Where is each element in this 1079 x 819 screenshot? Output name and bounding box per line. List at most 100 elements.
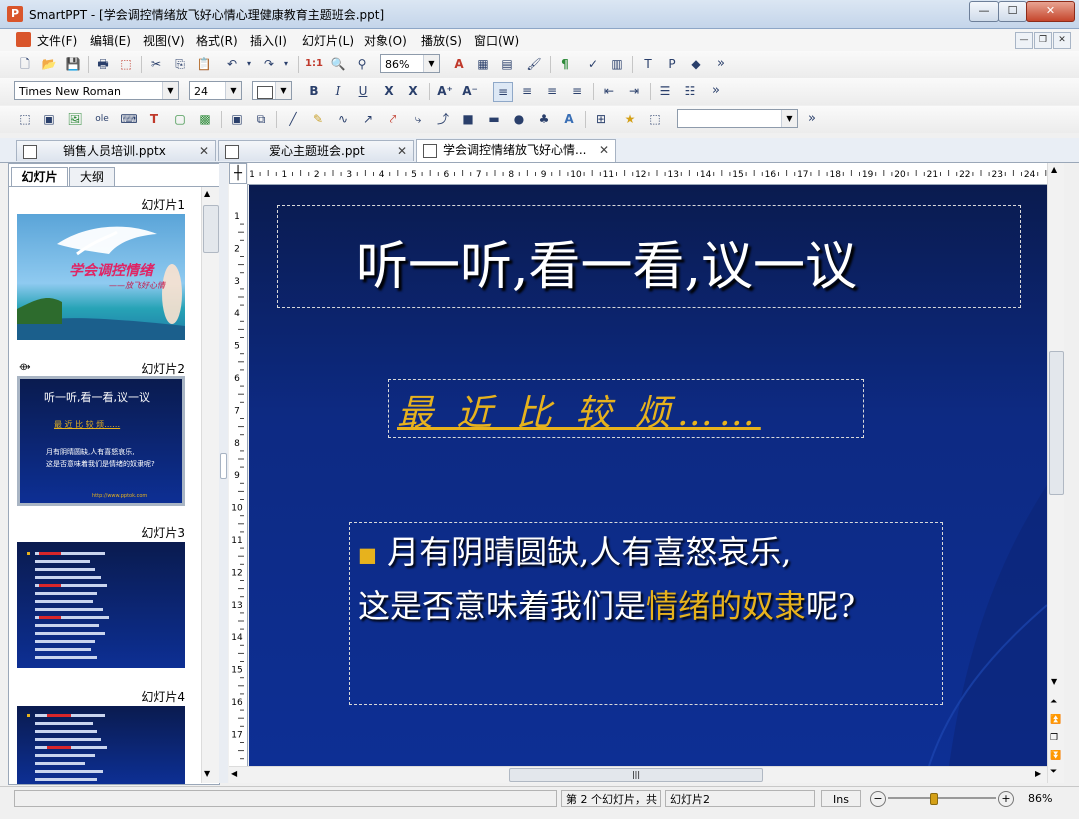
menu-object[interactable]: 对象(O)	[364, 32, 407, 49]
tab-slides[interactable]: 幻灯片	[11, 167, 68, 186]
zoom-icon[interactable]: ⚲	[353, 55, 371, 73]
table-icon[interactable]: ▦	[474, 55, 492, 73]
slide-thumbnail-2[interactable]: 听一听,看一看,议一议 最 近 比 较 烦…… 月有阴晴圆缺,人有喜怒哀乐, 这…	[17, 376, 185, 506]
menu-edit[interactable]: 编辑(E)	[90, 32, 131, 49]
frame-icon[interactable]: ▢	[171, 110, 189, 128]
slide-thumbnail-3[interactable]	[17, 542, 185, 668]
slide-canvas[interactable]: 听一听,看一看,议一议 最 近 比 较 烦…… ■ 月有阴晴圆缺,人有喜怒哀乐,…	[249, 185, 1047, 766]
shrink-font-icon[interactable]: A⁻	[461, 82, 479, 100]
italic-icon[interactable]: I	[329, 82, 347, 100]
paragraph-mark-icon[interactable]: ¶	[556, 55, 574, 73]
first-slide-icon[interactable]: ⏫	[1050, 715, 1061, 725]
scroll-left-icon[interactable]: ◀	[231, 769, 237, 778]
tab-outline[interactable]: 大纲	[69, 167, 115, 186]
editor-vertical-scrollbar[interactable]: ▲ ▼ ⏶ ⏫ ❐ ⏬ ⏷	[1047, 163, 1064, 783]
maximize-button[interactable]: ☐	[998, 1, 1027, 22]
field-icon[interactable]: ⌨	[120, 110, 138, 128]
restore-view-icon[interactable]: ❐	[1050, 733, 1058, 743]
decrease-indent-icon[interactable]: ⇤	[600, 82, 618, 100]
align-objects-icon[interactable]: ⊞	[592, 110, 610, 128]
zoom-page-icon[interactable]: 🔍	[329, 55, 347, 73]
elbow-connector-icon[interactable]: ⤷	[409, 110, 427, 128]
ole-icon[interactable]: ole	[93, 110, 111, 128]
close-icon[interactable]: ✕	[599, 140, 609, 161]
arrow-icon[interactable]: ↗	[359, 110, 377, 128]
chevron-down-icon[interactable]: ▼	[225, 82, 241, 99]
mdi-restore-button[interactable]: ❐	[1034, 32, 1052, 49]
scroll-right-icon[interactable]: ▶	[1035, 769, 1041, 778]
menu-insert[interactable]: 插入(I)	[250, 32, 287, 49]
copy-icon[interactable]: ⎘	[171, 55, 189, 73]
pencil-icon[interactable]: ✎	[309, 110, 327, 128]
body-placeholder[interactable]: ■ 月有阴晴圆缺,人有喜怒哀乐, 这是否意味着我们是情绪的奴隶呢?	[349, 522, 943, 705]
list-icon[interactable]: ▤	[498, 55, 516, 73]
rectangle-icon[interactable]: ■	[459, 110, 477, 128]
shapes-icon[interactable]: ♣	[535, 110, 553, 128]
redo-dropdown-icon[interactable]: ▾	[277, 55, 295, 73]
more-toolbar-icon[interactable]: »	[707, 82, 725, 100]
picture-icon[interactable]: P	[663, 55, 681, 73]
scroll-thumb[interactable]	[1049, 351, 1064, 495]
menu-window[interactable]: 窗口(W)	[474, 32, 519, 49]
status-insert-mode[interactable]: Ins	[821, 790, 861, 807]
connector-icon[interactable]: ⤤	[384, 110, 402, 128]
frame-picture-icon[interactable]: ▩	[196, 110, 214, 128]
last-slide-icon[interactable]: ⏬	[1050, 751, 1061, 761]
menu-play[interactable]: 播放(S)	[421, 32, 462, 49]
ungroup-icon[interactable]: ⧉	[252, 110, 270, 128]
rounded-rectangle-icon[interactable]: ▬	[485, 110, 503, 128]
new-icon[interactable]: 🗋	[16, 55, 34, 73]
tab-love-theme[interactable]: 爱心主题班会.ppt ✕	[218, 140, 414, 161]
close-icon[interactable]: ✕	[199, 141, 209, 162]
shape-style-combo[interactable]: ▼	[677, 109, 798, 128]
chevron-down-icon[interactable]: ▼	[423, 55, 439, 72]
more-toolbar-icon[interactable]: »	[712, 55, 730, 73]
align-right-icon[interactable]: ≡	[543, 82, 561, 100]
scroll-down-icon[interactable]: ▼	[204, 769, 210, 778]
scroll-up-icon[interactable]: ▲	[204, 189, 210, 198]
next-slide-icon[interactable]: ⏷	[1050, 767, 1057, 777]
undo-dropdown-icon[interactable]: ▾	[240, 55, 258, 73]
group-icon[interactable]: ▣	[228, 110, 246, 128]
custom-shape-icon[interactable]: ⬚	[646, 110, 664, 128]
numbered-list-icon[interactable]: ☷	[681, 82, 699, 100]
scroll-thumb[interactable]: |||	[509, 768, 763, 782]
chevron-down-icon[interactable]: ▼	[162, 82, 178, 99]
strikethrough-icon[interactable]: X	[380, 82, 398, 100]
editor-horizontal-scrollbar[interactable]: ◀ ||| ▶	[229, 766, 1047, 783]
chevron-down-icon[interactable]: ▼	[781, 110, 797, 127]
undo-icon[interactable]: ↶	[223, 55, 241, 73]
spell-check-icon[interactable]: ✓	[584, 55, 602, 73]
zoom-in-icon[interactable]: +	[998, 791, 1014, 807]
curve-icon[interactable]: ∿	[334, 110, 352, 128]
wordart-icon[interactable]: T	[145, 110, 163, 128]
font-name-combo[interactable]: Times New Roman ▼	[14, 81, 179, 100]
chart-icon[interactable]: ▥	[608, 55, 626, 73]
document-icon[interactable]	[16, 32, 31, 47]
menu-format[interactable]: 格式(R)	[196, 32, 238, 49]
menu-view[interactable]: 视图(V)	[143, 32, 185, 49]
underline-icon[interactable]: U	[354, 82, 372, 100]
chevron-down-icon[interactable]: ▼	[275, 82, 291, 99]
fill-color-combo[interactable]: ▼	[252, 81, 292, 100]
star-icon[interactable]: ★	[621, 110, 639, 128]
tab-sales-training[interactable]: 销售人员培训.pptx ✕	[16, 140, 216, 161]
paste-icon[interactable]: 📋	[195, 55, 213, 73]
title-placeholder[interactable]: 听一听,看一看,议一议	[277, 205, 1021, 308]
tab-emotion-control[interactable]: 学会调控情绪放飞好心情... ✕	[416, 139, 616, 162]
cut-icon[interactable]: ✂	[147, 55, 165, 73]
text-box-icon[interactable]: T	[639, 55, 657, 73]
clear-format-icon[interactable]: X	[404, 82, 422, 100]
print-icon[interactable]: 🖶	[94, 55, 112, 73]
more-toolbar-icon[interactable]: »	[803, 110, 821, 128]
menu-file[interactable]: 文件(F)	[37, 32, 77, 49]
panel-scrollbar[interactable]: ▲ ▼	[201, 187, 219, 783]
ellipse-icon[interactable]: ●	[510, 110, 528, 128]
line-icon[interactable]: ╱	[284, 110, 302, 128]
ruler-origin-icon[interactable]: ┼	[229, 163, 247, 184]
grow-font-icon[interactable]: A⁺	[436, 82, 454, 100]
save-icon[interactable]: 💾	[64, 55, 82, 73]
mdi-minimize-button[interactable]: —	[1015, 32, 1033, 49]
scroll-thumb[interactable]	[203, 205, 219, 253]
bold-icon[interactable]: B	[305, 82, 323, 100]
